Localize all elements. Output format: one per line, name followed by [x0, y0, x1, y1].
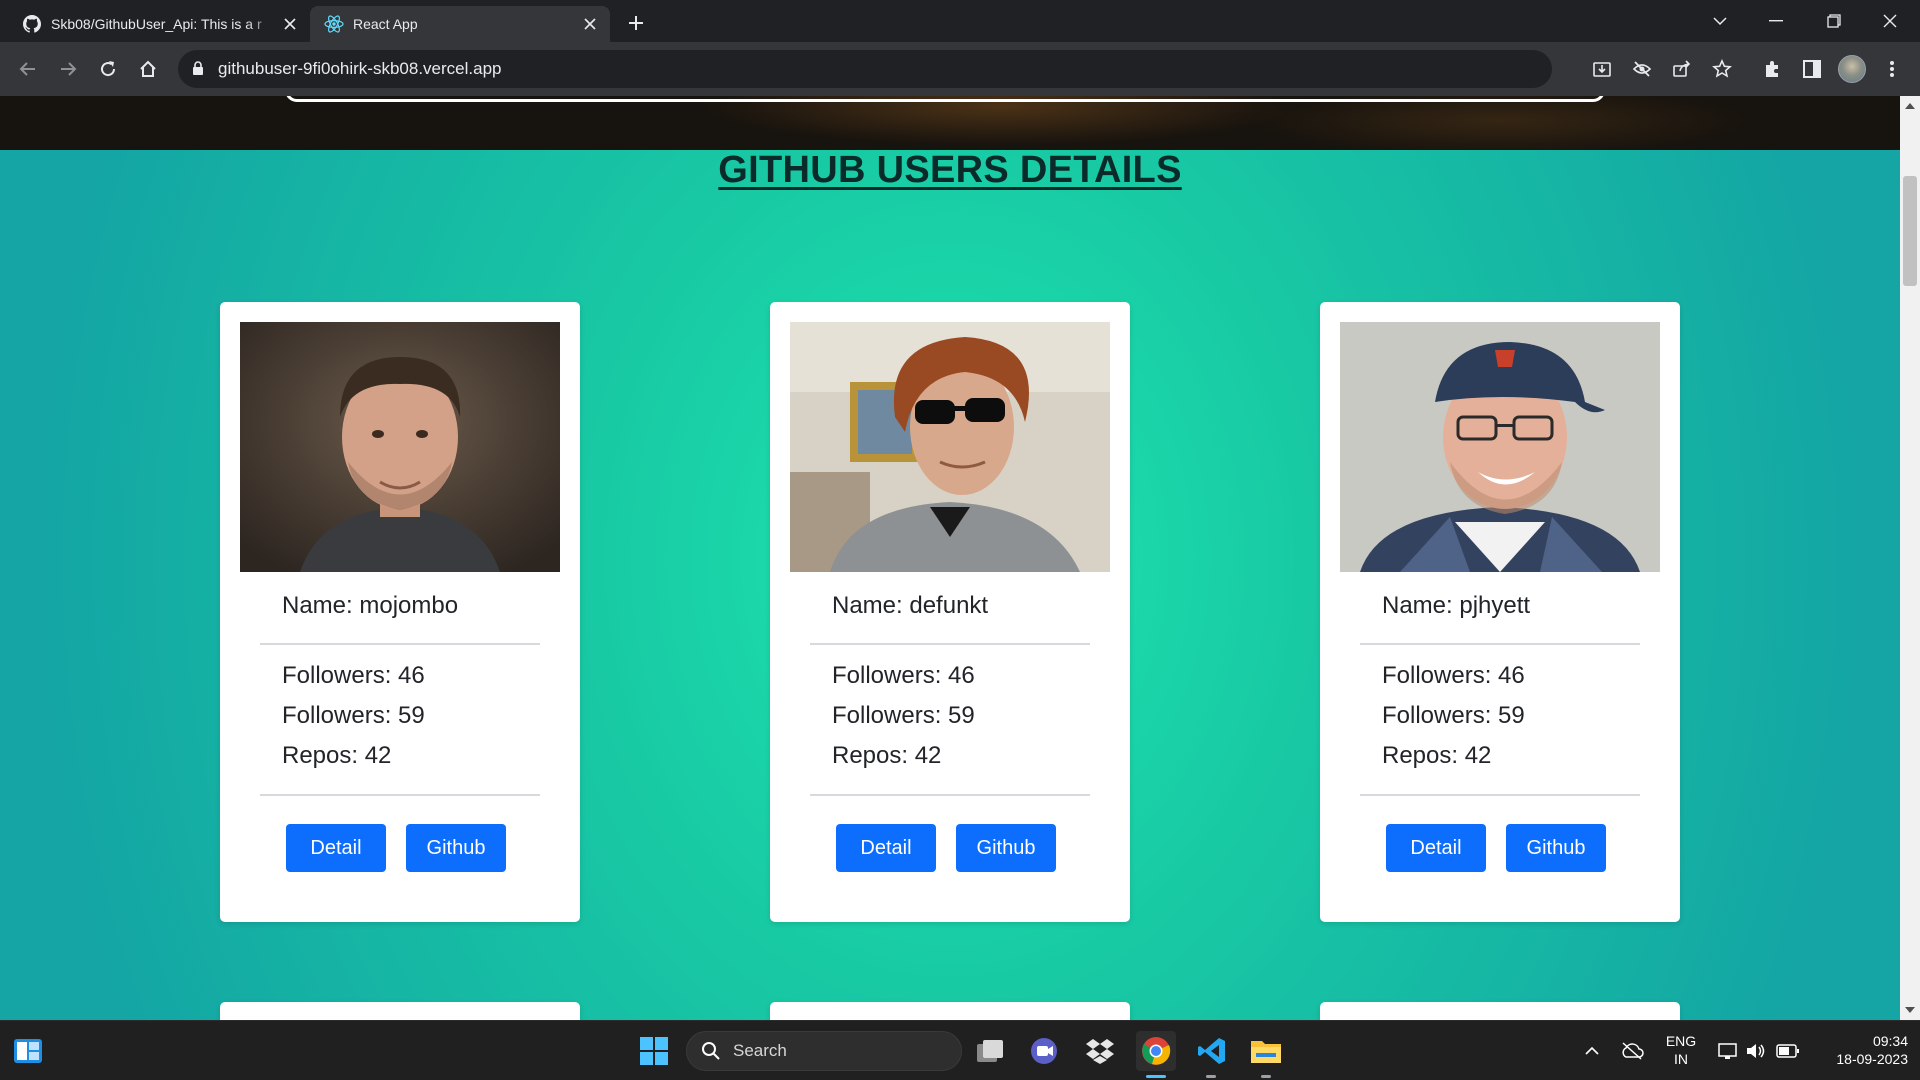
hero-glow	[700, 96, 1300, 146]
forward-icon[interactable]	[52, 53, 84, 85]
tab-github-repo[interactable]: Skb08/GithubUser_Api: This is a r	[8, 6, 310, 42]
clock-time: 09:34	[1872, 1033, 1908, 1049]
scrollbar-thumb[interactable]	[1903, 176, 1917, 286]
input-language[interactable]: ENG IN	[1656, 1032, 1706, 1068]
close-tab-icon[interactable]	[580, 14, 600, 34]
chrome-icon[interactable]	[1136, 1031, 1176, 1071]
browser-menu-icon[interactable]	[1876, 53, 1908, 85]
divider	[260, 794, 540, 796]
user-card-partial	[770, 1002, 1130, 1020]
active-app-indicator	[1146, 1075, 1166, 1078]
battery-icon[interactable]	[1768, 1031, 1808, 1071]
user-avatar-photo	[240, 322, 560, 572]
github-button[interactable]: Github	[1506, 824, 1606, 872]
user-following: Followers: 59	[282, 702, 425, 729]
user-name: Name: defunkt	[832, 592, 989, 619]
tab-search-chevron-icon[interactable]	[1692, 0, 1748, 42]
language-region: IN	[1674, 1051, 1688, 1067]
divider	[810, 794, 1090, 796]
user-avatar-photo	[1340, 322, 1660, 572]
bookmark-star-icon[interactable]	[1706, 53, 1738, 85]
clock[interactable]: 09:34 18-09-2023	[1812, 1032, 1908, 1068]
detail-button[interactable]: Detail	[836, 824, 936, 872]
side-panel-icon[interactable]	[1796, 53, 1828, 85]
back-icon[interactable]	[12, 53, 44, 85]
home-icon[interactable]	[132, 53, 164, 85]
install-app-icon[interactable]	[1586, 53, 1618, 85]
language-code: ENG	[1665, 1033, 1697, 1049]
browser-toolbar: githubuser-9fi0ohirk-skb08.vercel.app	[0, 42, 1920, 96]
eye-off-icon[interactable]	[1626, 53, 1658, 85]
extensions-icon[interactable]	[1756, 53, 1788, 85]
share-icon[interactable]	[1666, 53, 1698, 85]
github-icon	[22, 14, 42, 34]
hero-search-box[interactable]	[285, 96, 1605, 102]
page-title: GITHUB USERS DETAILS	[718, 149, 1182, 191]
url-text: githubuser-9fi0ohirk-skb08.vercel.app	[218, 59, 502, 78]
user-repos: Repos: 42	[1382, 742, 1492, 769]
github-button[interactable]: Github	[406, 824, 506, 872]
tab-strip: Skb08/GithubUser_Api: This is a r React …	[0, 0, 1920, 42]
close-window-icon[interactable]	[1862, 0, 1918, 42]
search-icon	[702, 1042, 720, 1060]
user-followers: Followers: 46	[1382, 662, 1525, 689]
user-card: Name: pjhyett Followers: 46 Followers: 5…	[1320, 302, 1680, 922]
onedrive-offline-icon[interactable]	[1612, 1031, 1652, 1071]
hero-banner	[0, 96, 1900, 150]
divider	[260, 643, 540, 645]
user-card-partial	[220, 1002, 580, 1020]
user-name: Name: mojombo	[282, 592, 459, 619]
lock-icon[interactable]	[192, 60, 204, 79]
close-tab-icon[interactable]	[280, 14, 300, 34]
teams-chat-icon[interactable]	[1024, 1031, 1064, 1071]
profile-avatar[interactable]	[1838, 55, 1866, 83]
tray-overflow-chevron-icon[interactable]	[1572, 1031, 1612, 1071]
new-tab-icon[interactable]	[622, 9, 650, 37]
tab-title: React App	[353, 16, 418, 32]
running-app-indicator	[1206, 1075, 1216, 1078]
divider	[1360, 794, 1640, 796]
page-scrollbar[interactable]	[1900, 96, 1920, 1020]
user-avatar-photo	[790, 322, 1110, 572]
user-card: Name: mojombo Followers: 46 Followers: 5…	[220, 302, 580, 922]
divider	[810, 643, 1090, 645]
user-card: Name: defunkt Followers: 46 Followers: 5…	[770, 302, 1130, 922]
tab-title: Skb08/GithubUser_Api: This is a r	[51, 16, 262, 32]
scroll-down-icon[interactable]	[1904, 1004, 1916, 1016]
search-label: Search	[733, 1041, 787, 1060]
tab-react-app[interactable]: React App	[310, 6, 610, 42]
minimize-icon[interactable]	[1748, 0, 1804, 42]
clock-date: 18-09-2023	[1836, 1051, 1908, 1067]
reload-icon[interactable]	[92, 53, 124, 85]
restore-icon[interactable]	[1806, 0, 1862, 42]
vscode-icon[interactable]	[1192, 1031, 1232, 1071]
user-following: Followers: 59	[1382, 702, 1525, 729]
address-bar[interactable]: githubuser-9fi0ohirk-skb08.vercel.app	[178, 50, 1552, 88]
file-explorer-icon[interactable]	[1246, 1031, 1286, 1071]
user-repos: Repos: 42	[282, 742, 392, 769]
running-app-indicator	[1261, 1075, 1271, 1078]
taskbar-search[interactable]: Search	[686, 1031, 962, 1071]
dropbox-icon[interactable]	[1080, 1031, 1120, 1071]
task-view-icon[interactable]	[970, 1031, 1010, 1071]
detail-button[interactable]: Detail	[286, 824, 386, 872]
start-windows-icon[interactable]	[634, 1031, 674, 1071]
page-viewport: GITHUB USERS DETAILS Name: mojombo Follo…	[0, 96, 1900, 1020]
scroll-up-icon[interactable]	[1904, 100, 1916, 112]
react-icon	[324, 14, 344, 34]
user-repos: Repos: 42	[832, 742, 942, 769]
detail-button[interactable]: Detail	[1386, 824, 1486, 872]
user-card-partial	[1320, 1002, 1680, 1020]
github-button[interactable]: Github	[956, 824, 1056, 872]
windows-taskbar: Search ENG IN 09:34 18-09-2023	[0, 1020, 1920, 1080]
divider	[1360, 643, 1640, 645]
user-followers: Followers: 46	[282, 662, 425, 689]
widgets-icon[interactable]	[8, 1031, 48, 1071]
user-following: Followers: 59	[832, 702, 975, 729]
hero-glow	[1250, 96, 1750, 150]
user-followers: Followers: 46	[832, 662, 975, 689]
user-name: Name: pjhyett	[1382, 592, 1531, 619]
